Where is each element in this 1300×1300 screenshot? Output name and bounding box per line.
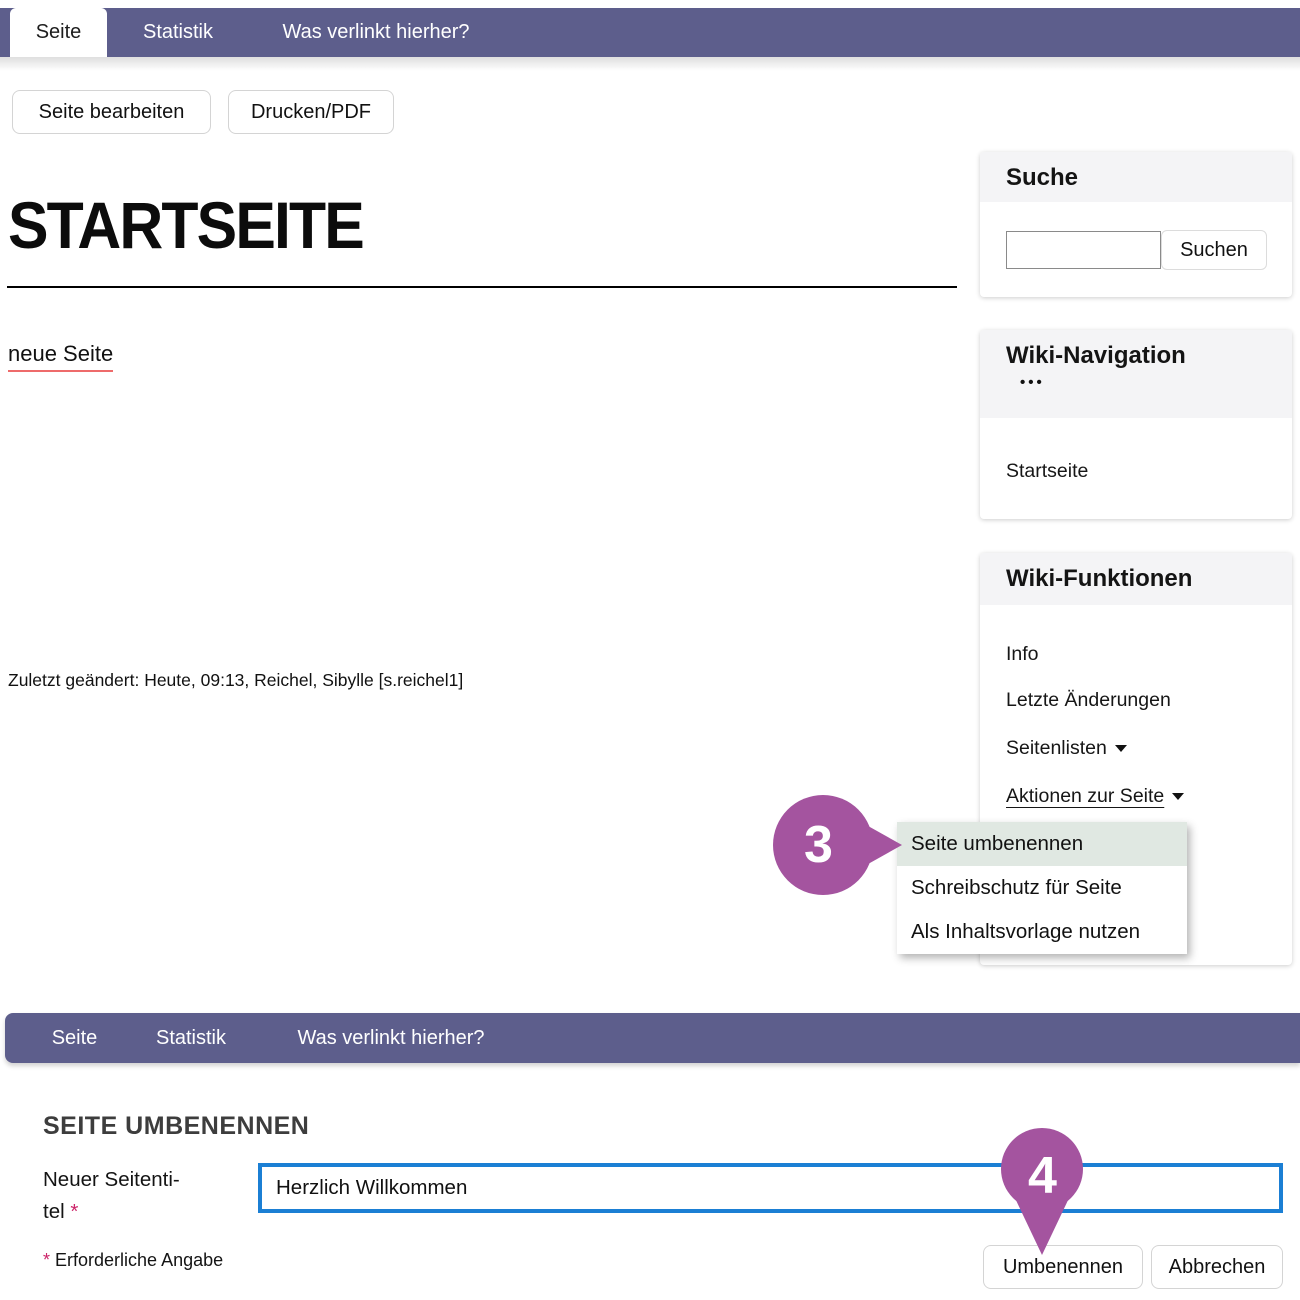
new-page-link[interactable]: neue Seite	[8, 341, 113, 372]
nav-item-startseite[interactable]: Startseite	[1006, 460, 1088, 483]
search-panel-title: Suche	[1006, 164, 1078, 191]
wiki-functions-header: Wiki-Funktionen	[980, 553, 1292, 605]
new-title-label-line2-text: tel	[43, 1200, 65, 1223]
functions-item-letzte-aenderungen[interactable]: Letzte Änderungen	[1006, 689, 1171, 712]
caret-down-icon	[1115, 745, 1127, 752]
bottom-tab-statistik[interactable]: Statistik	[135, 1013, 247, 1063]
top-tab-bar-shadow	[0, 57, 1300, 71]
ellipsis-icon[interactable]: •••	[1020, 374, 1292, 391]
page-actions-dropdown: Seite umbenennen Schreibschutz für Seite…	[897, 822, 1187, 954]
page-title: STARTSEITE	[8, 186, 363, 264]
tab-seite[interactable]: Seite	[10, 8, 107, 57]
functions-item-aktionen-label: Aktionen zur Seite	[1006, 785, 1164, 807]
rename-cancel-button[interactable]: Abbrechen	[1151, 1245, 1283, 1289]
dropdown-item-inhaltsvorlage[interactable]: Als Inhaltsvorlage nutzen	[897, 910, 1187, 954]
rename-cancel-button-label: Abbrechen	[1169, 1256, 1266, 1279]
functions-item-seitenlisten[interactable]: Seitenlisten	[1006, 737, 1127, 760]
wiki-navigation-title: Wiki-Navigation	[1006, 342, 1186, 369]
functions-item-aktionen-zur-seite[interactable]: Aktionen zur Seite	[1006, 785, 1184, 808]
search-button[interactable]: Suchen	[1161, 230, 1267, 270]
search-panel-header: Suche	[980, 152, 1292, 202]
annotation-balloon-3-number: 3	[804, 815, 833, 875]
search-button-label: Suchen	[1180, 239, 1248, 262]
tab-seite-label: Seite	[36, 21, 82, 44]
dropdown-item-seite-umbenennen[interactable]: Seite umbenennen	[897, 822, 1187, 866]
bottom-tab-statistik-label: Statistik	[156, 1027, 226, 1050]
bottom-tab-seite-label: Seite	[52, 1027, 98, 1050]
functions-item-seitenlisten-label: Seitenlisten	[1006, 737, 1107, 759]
wiki-functions-title: Wiki-Funktionen	[1006, 565, 1192, 592]
tab-was-verlinkt-hierher-label: Was verlinkt hierher?	[282, 21, 469, 44]
search-panel: Suche Suchen	[980, 152, 1292, 297]
bottom-tab-was-verlinkt-hierher[interactable]: Was verlinkt hierher?	[270, 1013, 512, 1063]
wiki-navigation-panel: Wiki-Navigation ••• Startseite	[980, 330, 1292, 519]
required-footnote-text: Erforderliche Angabe	[55, 1250, 223, 1270]
bottom-tab-was-verlinkt-hierher-label: Was verlinkt hierher?	[297, 1027, 484, 1050]
new-title-label-line2: tel *	[43, 1200, 78, 1224]
new-page-title-input[interactable]	[258, 1163, 1283, 1213]
print-pdf-button[interactable]: Drucken/PDF	[228, 90, 394, 134]
rename-section-heading: SEITE UMBENENNEN	[43, 1112, 309, 1141]
tab-was-verlinkt-hierher[interactable]: Was verlinkt hierher?	[255, 8, 497, 57]
title-divider	[7, 286, 957, 288]
rename-submit-button-label: Umbenennen	[1003, 1256, 1123, 1279]
tab-statistik[interactable]: Statistik	[122, 8, 234, 57]
functions-item-info[interactable]: Info	[1006, 643, 1039, 666]
search-input[interactable]	[1006, 231, 1161, 269]
dropdown-item-schreibschutz[interactable]: Schreibschutz für Seite	[897, 866, 1187, 910]
last-modified-text: Zuletzt geändert: Heute, 09:13, Reichel,…	[8, 670, 463, 691]
required-footnote: * Erforderliche Angabe	[43, 1250, 223, 1271]
edit-page-button-label: Seite bearbeiten	[39, 101, 185, 124]
bottom-tab-seite[interactable]: Seite	[32, 1013, 117, 1063]
new-title-label-line1: Neuer Seitenti-	[43, 1168, 180, 1192]
wiki-navigation-header: Wiki-Navigation •••	[980, 330, 1292, 418]
caret-down-icon	[1172, 793, 1184, 800]
annotation-balloon-4-number: 4	[1028, 1146, 1057, 1206]
edit-page-button[interactable]: Seite bearbeiten	[12, 90, 211, 134]
tab-statistik-label: Statistik	[143, 21, 213, 44]
print-pdf-button-label: Drucken/PDF	[251, 101, 371, 124]
annotation-balloon-3	[770, 793, 904, 897]
required-marker: *	[70, 1200, 78, 1223]
required-footnote-marker: *	[43, 1250, 50, 1270]
